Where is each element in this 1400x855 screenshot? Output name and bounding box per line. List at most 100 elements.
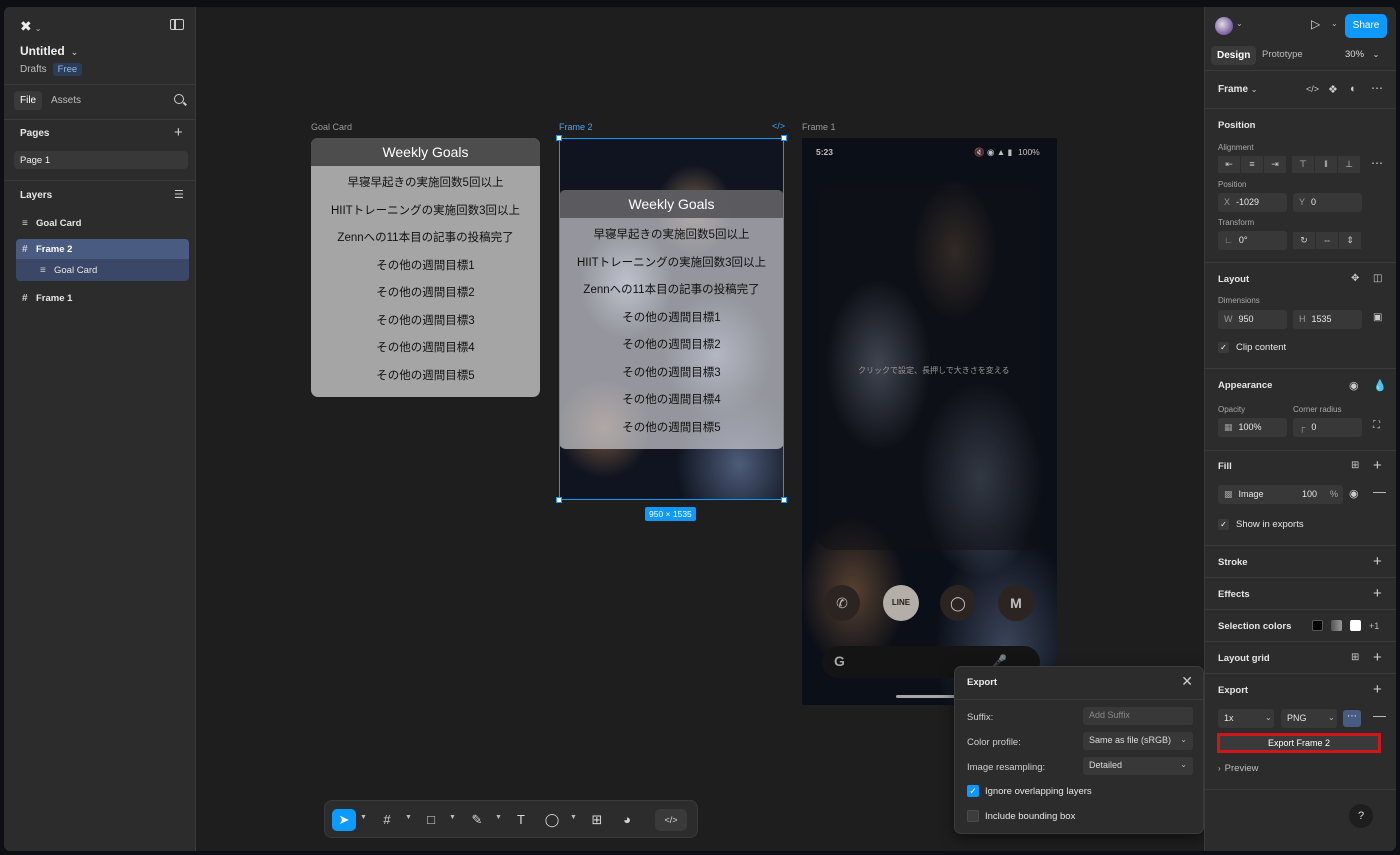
align-bottom-icon[interactable]: ⊥ [1338,156,1360,173]
color-swatch[interactable] [1350,620,1361,631]
fit-icon[interactable]: ✥ [1351,273,1359,284]
color-swatch[interactable] [1312,620,1323,631]
component-icon[interactable]: ❖ [1328,83,1338,96]
close-icon[interactable]: ✕ [1181,673,1193,690]
align-right-icon[interactable]: ⇥ [1264,156,1286,173]
search-icon[interactable] [174,94,184,104]
more-icon[interactable]: ⋯ [1371,156,1383,170]
remove-export-icon[interactable]: — [1373,708,1386,723]
add-grid-icon[interactable]: + [1373,650,1382,665]
frame-1[interactable]: 5:23 🔇 ◉ ▲ ▮ 100% クリックで設定、長押しで大きさを変える ✆ … [802,138,1057,705]
add-export-icon[interactable]: + [1373,682,1382,697]
figma-menu-icon[interactable]: ✖︎ ⌄ [20,18,41,35]
export-format-select[interactable]: PNG ⌄ [1281,709,1337,728]
add-effect-icon[interactable]: + [1373,586,1382,601]
export-scale-select[interactable]: 1x ⌄ [1218,709,1274,728]
dev-mode-toggle[interactable]: </> [655,809,687,831]
align-middle-icon[interactable]: ‖ [1315,156,1337,173]
comment-tool-icon[interactable]: ◯ [542,809,562,831]
y-position-input[interactable]: Y0 [1293,193,1362,212]
layers-list-icon[interactable]: ☰ [174,188,184,201]
actions-tool-icon[interactable]: ⊞ [587,809,607,831]
color-swatch[interactable] [1331,620,1342,631]
corner-radius-input[interactable]: ┌ 0 [1293,418,1362,437]
eye-icon[interactable]: ◉ [1349,487,1359,500]
include-bbox-checkbox[interactable] [967,810,979,822]
frame-tool-icon[interactable]: # [377,809,397,831]
selection-type[interactable]: Frame ⌄ [1218,84,1258,95]
color-profile-select[interactable]: Same as file (sRGB) ⌄ [1083,732,1193,750]
x-position-input[interactable]: X -1029 [1218,193,1287,212]
show-in-exports-checkbox[interactable]: ✓ [1218,519,1229,530]
share-button[interactable]: Share [1345,14,1387,38]
add-stroke-icon[interactable]: + [1373,554,1382,569]
file-title[interactable]: Untitled ⌄ [20,44,78,58]
export-settings-icon[interactable]: ⋯ [1343,710,1361,727]
text-tool-icon[interactable]: T [511,809,531,831]
chevron-down-icon[interactable]: ▼ [449,814,456,821]
more-icon[interactable]: ⋯ [1371,81,1383,95]
tab-assets[interactable]: Assets [51,95,81,106]
help-button[interactable]: ? [1349,804,1373,828]
page-item[interactable]: Page 1 [14,151,188,169]
goal-card[interactable]: Weekly Goals 早寝早起きの実施回数5回以上 HIITトレーニングの実… [311,138,540,397]
drop-icon[interactable]: 💧 [1373,379,1387,392]
height-input[interactable]: H 1535 [1293,310,1362,329]
opacity-input[interactable]: ▦ 100% [1218,418,1287,437]
frame-1-label[interactable]: Frame 1 [802,122,836,132]
layer-goal-card-child[interactable]: ≡ Goal Card [16,259,189,281]
resize-icon[interactable]: ▣ [1373,312,1382,323]
contrast-icon[interactable]: ◐ [1350,83,1357,95]
remove-fill-icon[interactable]: — [1373,484,1386,499]
flip-horizontal-icon[interactable]: ⇔ [1316,232,1338,249]
styles-icon[interactable]: ⊞ [1351,460,1359,471]
rectangle-tool-icon[interactable]: □ [421,809,441,831]
rotation-input[interactable]: ∟ 0° [1218,231,1287,250]
resize-handle[interactable] [781,135,787,141]
ai-tool-icon[interactable]: ◕ [617,809,637,831]
resampling-select[interactable]: Detailed ⌄ [1083,757,1193,775]
layer-frame-1[interactable]: # Frame 1 [16,288,189,308]
pen-tool-icon[interactable]: ✎ [467,809,487,831]
clip-content-checkbox[interactable]: ✓ [1218,342,1229,353]
zoom-level[interactable]: 30% ⌄ [1345,49,1379,60]
layer-frame-2[interactable]: # Frame 2 [16,239,189,259]
chevron-down-icon[interactable]: ▼ [405,814,412,821]
avatar[interactable] [1215,17,1233,35]
align-left-icon[interactable]: ⇤ [1218,156,1240,173]
layer-goal-card[interactable]: ≡ Goal Card [16,213,189,233]
tab-file[interactable]: File [14,91,43,110]
ignore-overlap-checkbox[interactable]: ✓ [967,785,979,797]
code-icon[interactable]: </> [1306,84,1319,94]
auto-layout-icon[interactable]: ◫ [1373,273,1382,284]
flip-vertical-icon[interactable]: ⇕ [1339,232,1361,249]
align-center-h-icon[interactable]: ≡ [1241,156,1263,173]
eye-icon[interactable]: ◉ [1349,379,1359,392]
styles-icon[interactable]: ⊞ [1351,652,1359,663]
chevron-down-icon[interactable]: ⌄ [1236,19,1243,28]
more-colors-count[interactable]: +1 [1369,621,1379,631]
preview-toggle[interactable]: › Preview [1218,763,1258,774]
dev-mode-icon[interactable]: </> [772,121,785,131]
chevron-down-icon[interactable]: ▼ [495,814,502,821]
move-tool-icon[interactable]: ➤ [332,809,356,831]
tab-prototype[interactable]: Prototype [1262,49,1303,60]
tab-design[interactable]: Design [1211,46,1257,65]
goal-card-frame-label[interactable]: Goal Card [311,122,352,132]
resize-handle[interactable] [781,497,787,503]
resize-handle[interactable] [556,135,562,141]
add-page-icon[interactable]: + [174,125,183,140]
rotate-icon[interactable]: ↻ [1293,232,1315,249]
present-icon[interactable]: ▷ [1311,17,1320,31]
suffix-input[interactable]: Add Suffix [1083,707,1193,725]
align-top-icon[interactable]: ⊤ [1292,156,1314,173]
independent-corners-icon[interactable]: ⛶ [1373,420,1380,431]
chevron-down-icon[interactable]: ⌄ [1331,19,1338,28]
add-fill-icon[interactable]: + [1373,458,1382,473]
export-frame-button[interactable]: Export Frame 2 [1217,733,1381,753]
frame-2-label[interactable]: Frame 2 [559,122,593,132]
panel-toggle-icon[interactable] [170,19,184,30]
fill-row[interactable]: ▩ Image 100% [1218,485,1343,504]
chevron-down-icon[interactable]: ▼ [570,814,577,821]
resize-handle[interactable] [556,497,562,503]
